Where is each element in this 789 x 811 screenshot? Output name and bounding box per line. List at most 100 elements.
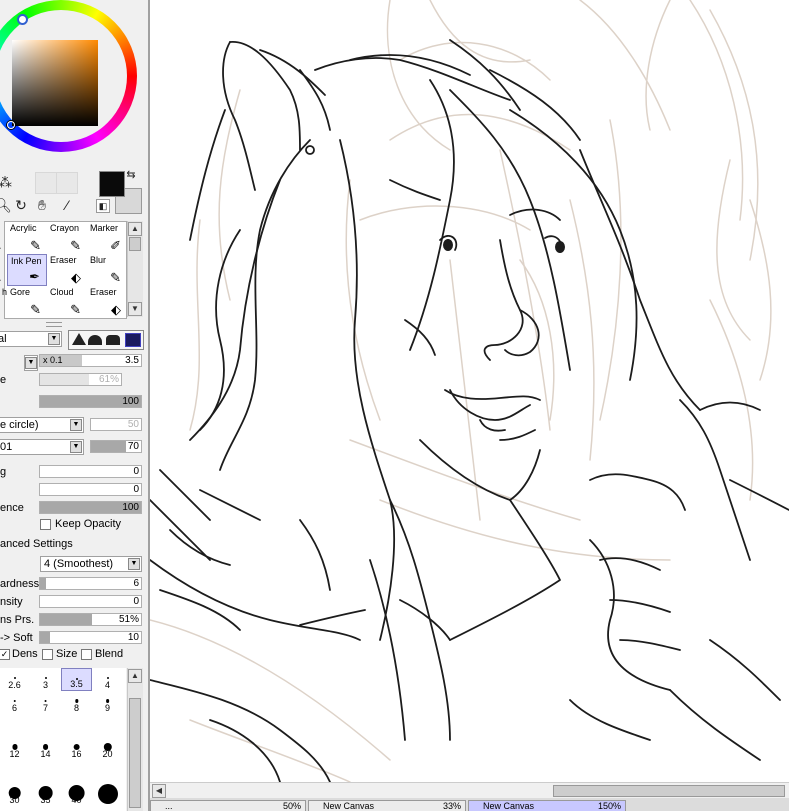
brush-size-preset[interactable] bbox=[30, 714, 61, 737]
drawing-canvas[interactable] bbox=[150, 0, 789, 782]
brush-slot-acrylic[interactable]: Acrylic ✎ bbox=[7, 222, 47, 254]
edge-hardness-slider[interactable]: 6 bbox=[39, 577, 142, 590]
tip-round-icon[interactable] bbox=[88, 335, 102, 345]
brush-size-preset[interactable]: 8 bbox=[61, 691, 92, 714]
texture-strength-slider[interactable]: 70 bbox=[90, 440, 142, 453]
brush-size-preset[interactable]: 20 bbox=[92, 737, 123, 760]
empty-tool-slot bbox=[56, 172, 78, 194]
tab-document-2[interactable]: New Canvas 33% bbox=[308, 800, 466, 811]
brush-size-preset[interactable]: 12 bbox=[0, 737, 30, 760]
brush-icon: ✎ bbox=[30, 238, 41, 253]
brush-shape-select[interactable]: e circle) ▼ bbox=[0, 417, 84, 433]
scroll-up-button[interactable]: ▲ bbox=[128, 669, 142, 683]
brush-size-label: 3 bbox=[42, 680, 48, 690]
eraser-icon: ⬖ bbox=[71, 270, 81, 285]
brush-slot-blur[interactable]: Blur ✎ bbox=[87, 254, 127, 286]
persistence-slider[interactable]: 100 bbox=[39, 501, 142, 514]
tab-document-1[interactable]: ... 50% bbox=[150, 800, 306, 811]
brush-texture-select[interactable]: 01 ▼ bbox=[0, 439, 84, 455]
panel-splitter[interactable] bbox=[46, 322, 62, 327]
max-dens-prs-slider[interactable]: 51% bbox=[39, 613, 142, 626]
swap-colors-icon[interactable]: ⇆ bbox=[124, 168, 138, 182]
brush-size-label: 4 bbox=[104, 680, 110, 690]
saturation-value-knob[interactable] bbox=[7, 121, 15, 129]
press-dens-checkbox[interactable]: ✓ bbox=[0, 649, 10, 660]
brush-size-preset[interactable]: 30 bbox=[0, 783, 30, 806]
magic-wand-icon[interactable]: ⁂ bbox=[0, 173, 14, 191]
reset-colors-icon[interactable]: ◧ bbox=[96, 199, 110, 213]
brush-size-preset[interactable]: 50 bbox=[92, 783, 123, 806]
dilution-slider[interactable]: 0 bbox=[39, 483, 142, 496]
brush-size-preset[interactable] bbox=[0, 714, 30, 737]
size-dot-icon bbox=[13, 699, 16, 703]
size-multiplier-toggle[interactable]: ▼ bbox=[24, 355, 38, 371]
press-blend-checkbox[interactable] bbox=[81, 649, 92, 660]
brush-size-preset[interactable] bbox=[61, 714, 92, 737]
canvas-horizontal-scrollbar[interactable]: ◀ bbox=[150, 782, 789, 799]
scroll-thumb[interactable] bbox=[553, 785, 785, 797]
scroll-left-button[interactable]: ◀ bbox=[152, 784, 166, 798]
brush-size-preset[interactable]: 16 bbox=[61, 737, 92, 760]
brush-slot-cloud[interactable]: Cloud ✎ bbox=[47, 286, 87, 318]
brush-slot-eraser[interactable]: Eraser ⬖ bbox=[87, 286, 127, 318]
size-presets-scrollbar[interactable]: ▲ bbox=[127, 668, 143, 811]
tip-square-icon[interactable] bbox=[125, 333, 141, 347]
advanced-settings-heading[interactable]: anced Settings bbox=[0, 538, 73, 550]
pen-icon: ✎ bbox=[0, 271, 2, 284]
brush-slot-marker[interactable]: Marker ✐ bbox=[87, 222, 127, 254]
min-density-slider[interactable]: 0 bbox=[39, 595, 142, 608]
keep-opacity-checkbox[interactable] bbox=[40, 519, 51, 530]
hard-soft-slider[interactable]: 10 bbox=[39, 631, 142, 644]
tip-flat-icon[interactable] bbox=[106, 335, 120, 345]
brush-slot-eraser[interactable]: Eraser ⬖ bbox=[47, 254, 87, 286]
brush-tip-selector[interactable] bbox=[68, 330, 144, 350]
scroll-up-button[interactable]: ▲ bbox=[128, 222, 142, 236]
rotate-icon[interactable]: ↻ bbox=[12, 196, 30, 214]
brush-slot-ink-pen[interactable]: Ink Pen ✒ bbox=[7, 254, 47, 286]
scroll-down-button[interactable]: ▼ bbox=[128, 302, 142, 316]
brush-size-preset[interactable] bbox=[92, 714, 123, 737]
brush-size-preset[interactable]: 9 bbox=[92, 691, 123, 714]
scroll-thumb[interactable] bbox=[129, 698, 141, 808]
brush-grid-scrollbar[interactable]: ▲ ▼ bbox=[127, 221, 143, 317]
foreground-color-swatch[interactable] bbox=[99, 171, 125, 197]
press-size-checkbox[interactable] bbox=[42, 649, 53, 660]
brush-size-label: 35 bbox=[40, 795, 51, 805]
crayon-icon: ✎ bbox=[70, 238, 81, 253]
zoom-icon[interactable]: 🔍︎ bbox=[0, 196, 12, 214]
brush-size-preset[interactable]: 2.6 bbox=[0, 668, 30, 691]
brush-tool-grid: ✎ Acrylic✎ Crayon✎ Marker✐ ✎ Ink Pen✒ Er… bbox=[0, 221, 127, 319]
brush-size-preset[interactable] bbox=[61, 760, 92, 783]
blending-slider[interactable]: 0 bbox=[39, 465, 142, 478]
brush-size-preset[interactable]: 3 bbox=[30, 668, 61, 691]
hue-knob[interactable] bbox=[17, 14, 28, 25]
brush-size-preset[interactable] bbox=[92, 760, 123, 783]
brush-size-slider[interactable]: x 0.1 3.5 bbox=[39, 354, 142, 367]
tool-panel: ⁂ 🔍︎ ↻ ✋︎ ⁄ ⇆ ◧ ✎ Acrylic✎ Crayon✎ Marke… bbox=[0, 0, 148, 811]
brush-slot-crayon[interactable]: Crayon ✎ bbox=[47, 222, 87, 254]
density-slider[interactable]: 100 bbox=[39, 395, 142, 408]
brush-size-preset[interactable]: 4 bbox=[92, 668, 123, 691]
scroll-thumb[interactable] bbox=[129, 237, 141, 251]
brush-slot-gore[interactable]: Gore ✎ bbox=[7, 286, 47, 318]
brush-size-preset[interactable]: 7 bbox=[30, 691, 61, 714]
tip-hard-icon[interactable] bbox=[72, 333, 86, 345]
saturation-value-square[interactable] bbox=[12, 40, 98, 126]
brush-size-preset[interactable]: 35 bbox=[30, 783, 61, 806]
eyedropper-icon[interactable]: ⁄ bbox=[58, 196, 76, 214]
brush-size-preset[interactable]: 6 bbox=[0, 691, 30, 714]
hand-icon[interactable]: ✋︎ bbox=[33, 196, 51, 214]
brush-size-preset[interactable]: 3.5 bbox=[61, 668, 92, 691]
shape-strength-slider: 50 bbox=[90, 418, 142, 431]
size-dot-icon bbox=[106, 677, 109, 679]
brush-size-preset[interactable] bbox=[30, 760, 61, 783]
brush-size-preset[interactable]: 14 bbox=[30, 737, 61, 760]
document-tabs: ... 50% New Canvas 33% New Canvas 150% bbox=[150, 798, 789, 811]
brush-size-label: 9 bbox=[104, 703, 110, 713]
tab-document-3[interactable]: New Canvas 150% bbox=[468, 800, 626, 811]
brush-size-preset[interactable]: 40 bbox=[61, 783, 92, 806]
blend-mode-select[interactable]: al ▼ bbox=[0, 331, 62, 347]
quality-select[interactable]: 4 (Smoothest) ▼ bbox=[40, 556, 142, 572]
brush-size-preset[interactable] bbox=[0, 760, 30, 783]
pen-icon: ✎ bbox=[0, 239, 2, 252]
